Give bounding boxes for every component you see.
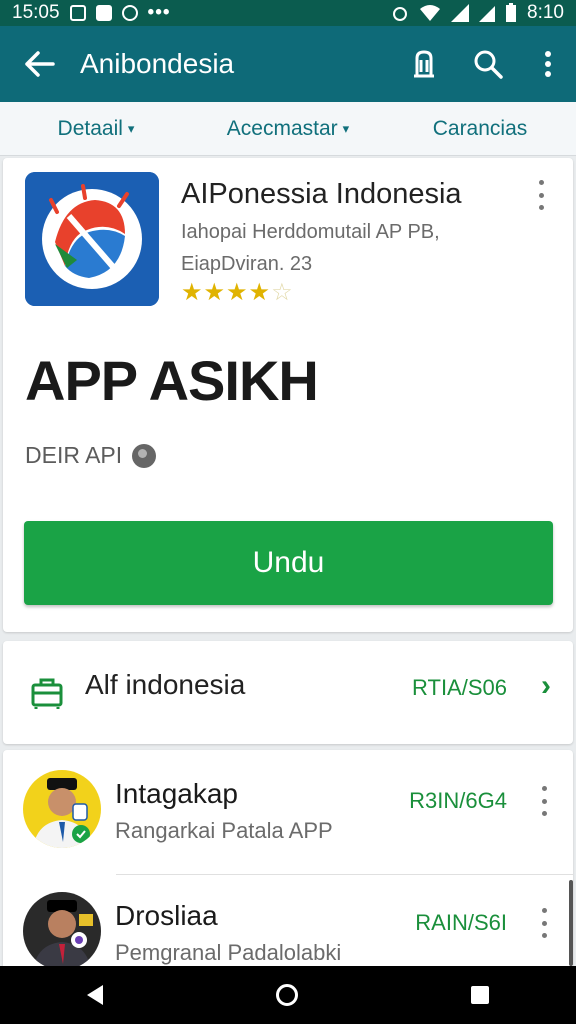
developer-label: DEIR API — [25, 442, 123, 468]
arrow-back-icon — [25, 51, 55, 77]
app-bar: Anibondesia — [0, 26, 576, 102]
dot — [541, 920, 547, 926]
tab-detail[interactable]: Detaail ▾ — [0, 117, 192, 141]
tab-label: Carancias — [432, 116, 528, 140]
developer-name: Alf indonesia — [85, 669, 246, 700]
app-logo — [25, 172, 159, 306]
app-logo-icon — [25, 172, 159, 306]
install-button[interactable]: Undu — [24, 521, 553, 605]
chevron-down-icon: ▾ — [127, 120, 135, 136]
square-recents-icon — [471, 986, 490, 1004]
signal-icon — [451, 4, 470, 22]
app-description-line: EiapDviran. 23 — [181, 253, 313, 275]
page-title: Anibondesia — [80, 48, 235, 79]
scrollbar-thumb[interactable] — [569, 880, 573, 966]
bookmark-icon — [414, 50, 434, 78]
card-menu-button[interactable] — [531, 180, 551, 210]
tab-label: Acecmastar — [226, 116, 338, 140]
notification-icon — [69, 5, 86, 21]
tab-bar: Detaail ▾ Acecmastar ▾ Carancias — [0, 102, 576, 156]
dot — [541, 811, 547, 816]
star-rating: ★★★★☆ — [181, 278, 294, 307]
status-time: 15:05 — [12, 2, 60, 23]
status-time-right: 8:10 — [527, 2, 564, 23]
tab-carancias[interactable]: Carancias — [384, 117, 576, 141]
nav-recents-button[interactable] — [461, 976, 499, 1014]
globe-icon[interactable] — [132, 443, 157, 468]
list-item-title: Intagakap — [115, 778, 238, 809]
app-detail-card: AIPonessia Indonesia Iahopai Herddomutai… — [3, 158, 573, 632]
nav-home-button[interactable] — [266, 974, 308, 1016]
circle-home-icon — [275, 984, 298, 1006]
overflow-menu-button[interactable] — [520, 26, 576, 102]
data-icon — [479, 6, 496, 22]
chevron-down-icon: ▾ — [342, 120, 350, 136]
status-bar: 15:05 ••• 8:10 — [0, 0, 576, 26]
avatar-image — [23, 770, 101, 848]
avatar-image — [23, 892, 101, 970]
star-icon: ★ — [226, 279, 249, 306]
dot — [541, 933, 547, 938]
list-item-code: R3IN/6G4 — [409, 788, 507, 813]
more-notifications-icon: ••• — [147, 2, 171, 23]
avatar — [23, 770, 101, 848]
list-item-title: Drosliaa — [115, 900, 218, 931]
system-navigation-bar — [0, 966, 576, 1024]
bookmark-button[interactable] — [392, 26, 456, 102]
list-item-code: RAIN/S6I — [415, 910, 507, 935]
chevron-right-icon: › — [541, 669, 551, 702]
more-vert-icon — [545, 51, 551, 77]
battery-icon — [506, 3, 517, 22]
avatar — [23, 892, 101, 970]
alarm-icon — [393, 7, 408, 21]
list-item-menu-button[interactable] — [539, 786, 549, 816]
record-icon — [121, 5, 138, 21]
list-item-menu-button[interactable] — [539, 908, 549, 938]
dot — [538, 180, 544, 185]
dot — [541, 786, 547, 791]
list-item[interactable]: Intagakap Rangarkai Patala APP R3IN/6G4 — [3, 760, 573, 876]
triangle-back-icon — [86, 985, 103, 1005]
back-button[interactable] — [0, 26, 80, 102]
dot — [541, 908, 547, 913]
briefcase-icon — [31, 678, 63, 709]
star-icon: ★ — [203, 279, 227, 306]
search-icon — [474, 50, 503, 79]
tab-acecmastar[interactable]: Acecmastar ▾ — [192, 117, 384, 141]
divider — [116, 874, 573, 875]
related-apps-card: Intagakap Rangarkai Patala APP R3IN/6G4 … — [3, 750, 573, 980]
tab-label: Detaail — [57, 116, 123, 140]
app-banner-title: APP ASIKH — [25, 349, 319, 412]
app-description-line: Iahopai Herddomutail AP PB, — [181, 221, 440, 243]
list-item-subtitle: Pemgranal Padalolabki — [115, 940, 342, 965]
dot — [538, 205, 544, 210]
message-icon — [95, 5, 112, 21]
dot — [541, 798, 547, 804]
star-icon: ★ — [181, 279, 204, 306]
star-icon: ★ — [248, 279, 272, 306]
dot — [538, 192, 544, 198]
app-description: Iahopai Herddomutail AP PB, EiapDviran. … — [181, 216, 501, 280]
developer-line: DEIR API — [25, 442, 157, 469]
app-name: AIPonessia Indonesia — [181, 178, 462, 210]
developer-code: RTIA/S06 — [412, 675, 507, 700]
star-outline-icon: ☆ — [271, 279, 294, 306]
list-item-subtitle: Rangarkai Patala APP — [115, 818, 333, 843]
developer-card[interactable]: Alf indonesia RTIA/S06 › — [3, 641, 573, 744]
search-button[interactable] — [456, 26, 520, 102]
wifi-icon — [420, 5, 441, 21]
nav-back-button[interactable] — [77, 975, 113, 1015]
